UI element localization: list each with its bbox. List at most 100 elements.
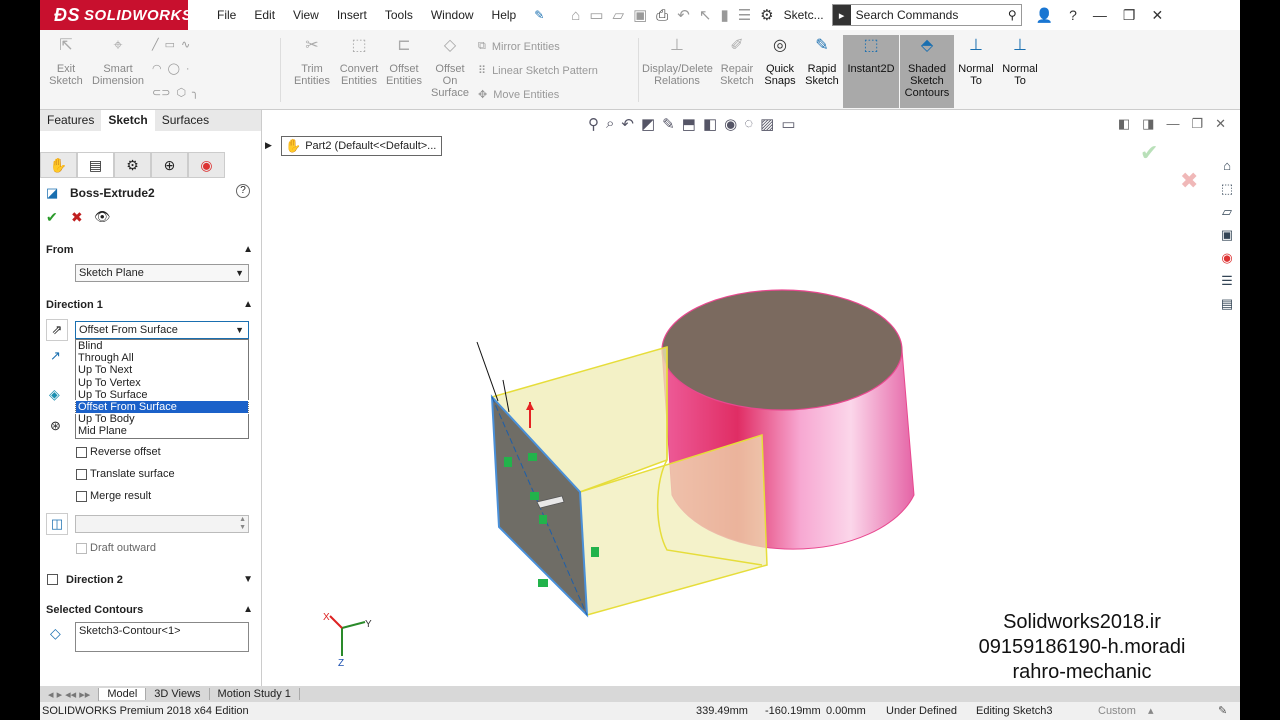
open-icon[interactable]: ▱ [613, 6, 625, 24]
expand-chevron-icon[interactable]: ▼ [243, 574, 253, 585]
home-icon[interactable]: ⌂ [571, 7, 580, 24]
user-icon[interactable]: 👤 [1036, 7, 1053, 24]
menu-insert[interactable]: Insert [328, 0, 376, 30]
contour-item[interactable]: Sketch3-Contour<1> [79, 625, 181, 637]
new-document-icon[interactable]: ▭ [589, 6, 603, 24]
option-mid-plane[interactable]: Mid Plane [76, 425, 248, 437]
cancel-x-icon[interactable]: ✖ [71, 209, 83, 226]
mirror-entities-button[interactable]: ⧉ Mirror Entities [478, 40, 560, 53]
draft-outward-checkbox[interactable] [76, 543, 87, 554]
line-icon[interactable]: ╱ [152, 38, 159, 51]
trim-entities-button[interactable]: ✂ Trim Entities [290, 38, 334, 88]
menu-edit[interactable]: Edit [245, 0, 284, 30]
save-icon[interactable]: ▣ [633, 6, 647, 24]
preview-eye-icon[interactable]: 👁 [94, 209, 111, 225]
menu-file[interactable]: File [208, 0, 245, 30]
direction2-checkbox[interactable] [47, 574, 58, 585]
tab-features[interactable]: Features [40, 110, 101, 131]
smart-dimension-button[interactable]: ⌖ Smart Dimension [90, 38, 146, 88]
slot-tools[interactable]: ⊂⊃ ⬡ ╮ [152, 86, 199, 99]
search-icon[interactable]: ⚲ [1008, 8, 1017, 22]
property-manager-tab[interactable]: ▤ [77, 152, 114, 178]
convert-entities-button[interactable]: ⬚ Convert Entities [336, 38, 382, 88]
print-icon[interactable]: ⎙ [656, 7, 668, 24]
direction-arrow-icon[interactable]: ↗ [50, 348, 61, 364]
rebuild-icon[interactable]: ▮ [720, 6, 728, 24]
normal-to-button-1[interactable]: ⊥ Normal To [956, 38, 996, 88]
option-up-to-surface[interactable]: Up To Surface [76, 389, 248, 401]
search-input[interactable]: Search Commands [856, 8, 1008, 22]
move-entities-button[interactable]: ✥ Move Entities [478, 88, 559, 102]
offset-distance-icon[interactable]: ⊛ [50, 418, 61, 434]
minimize-button[interactable]: — [1093, 7, 1107, 23]
spinner-icon[interactable]: ▲ ▼ [239, 516, 246, 532]
tab-surfaces[interactable]: Surfaces [155, 110, 216, 131]
option-up-to-next[interactable]: Up To Next [76, 364, 248, 376]
display-delete-relations-button[interactable]: ⊥ Display/Delete Relations [642, 38, 713, 88]
face-plane-icon[interactable]: ◈ [49, 386, 60, 403]
translate-surface-checkbox[interactable] [76, 469, 87, 480]
restore-button[interactable]: ❐ [1123, 7, 1136, 24]
cylinder-top-face[interactable] [661, 289, 903, 411]
option-up-to-body[interactable]: Up To Body [76, 413, 248, 425]
solidworks-logo[interactable]: ƉS SOLIDWORKS [40, 0, 192, 30]
ok-check-icon[interactable]: ✔ [46, 209, 58, 226]
reverse-offset-checkbox[interactable] [76, 447, 87, 458]
options-gear-icon[interactable]: ⚙ [760, 6, 773, 24]
merge-result-checkbox[interactable] [76, 491, 87, 502]
feature-manager-tab[interactable]: ✋ [40, 152, 77, 178]
draft-angle-field[interactable]: ▲ ▼ [75, 515, 249, 533]
offset-on-surface-button[interactable]: ◇ Offset On Surface [428, 38, 472, 100]
selected-contours-list[interactable]: Sketch3-Contour<1> [75, 622, 249, 652]
file-properties-icon[interactable]: ☰ [738, 6, 751, 24]
menu-window[interactable]: Window [422, 0, 483, 30]
tab-motion-study-1[interactable]: Motion Study 1 [210, 688, 300, 700]
rectangle-icon[interactable]: ▭ [165, 38, 175, 51]
arc-icon[interactable]: ◠ [152, 62, 162, 75]
repair-sketch-button[interactable]: ✐ Repair Sketch [716, 38, 758, 88]
exit-sketch-button[interactable]: ⇱ Exit Sketch [48, 38, 84, 88]
collapse-chevron-icon[interactable]: ▲ [243, 604, 253, 615]
offset-entities-button[interactable]: ⊏ Offset Entities [384, 38, 424, 88]
fillet-icon[interactable]: ╮ [192, 86, 199, 99]
help-icon[interactable]: ? [236, 184, 250, 198]
search-scope-icon[interactable]: ▸ [832, 5, 851, 25]
tab-sketch[interactable]: Sketch [101, 110, 155, 131]
end-condition-dropdown-list[interactable]: Blind Through All Up To Next Up To Verte… [75, 339, 249, 439]
menu-tools[interactable]: Tools [376, 0, 422, 30]
slot-icon[interactable]: ⊂⊃ [152, 86, 170, 99]
option-up-to-vertex[interactable]: Up To Vertex [76, 377, 248, 389]
tab-model[interactable]: Model [99, 688, 147, 700]
close-button[interactable]: ✕ [1151, 7, 1163, 24]
units-selector[interactable]: Custom [1098, 702, 1136, 720]
quick-tips-icon[interactable]: ✎ [1218, 702, 1227, 720]
shaded-sketch-contours-button[interactable]: ⬘ Shaded Sketch Contours [900, 35, 954, 108]
select-icon[interactable]: ↖ [699, 6, 712, 24]
option-through-all[interactable]: Through All [76, 352, 248, 364]
search-commands-field[interactable]: ▸ Search Commands ⚲ [831, 4, 1022, 26]
units-up-icon[interactable]: ▴ [1148, 702, 1154, 720]
collapse-chevron-icon[interactable]: ▲ [243, 244, 253, 255]
option-offset-from-surface[interactable]: Offset From Surface [75, 399, 249, 415]
quick-snaps-button[interactable]: ◎ Quick Snaps [761, 38, 799, 88]
spline-icon[interactable]: ∿ [181, 38, 190, 51]
point-icon[interactable]: · [186, 63, 190, 75]
end-condition-select[interactable]: Offset From Surface ▼ [75, 321, 249, 339]
instant2d-button[interactable]: ⬚ Instant2D [843, 35, 899, 108]
model-view[interactable]: X Y Z [262, 110, 1240, 686]
tab-3d-views[interactable]: 3D Views [146, 688, 210, 700]
circle-icon[interactable]: ◯ [168, 62, 180, 75]
linear-sketch-pattern-button[interactable]: ⠿ Linear Sketch Pattern [478, 64, 598, 78]
arc-tools[interactable]: ◠ ◯ · [152, 62, 190, 76]
collapse-chevron-icon[interactable]: ▲ [243, 299, 253, 310]
menu-view[interactable]: View [284, 0, 328, 30]
graphics-area[interactable]: ▶ ✋ Part2 (Default<<Default>... ⚲ ⌕ ↶ ◩ … [262, 110, 1240, 686]
tab-scroll-icons[interactable]: ◂ ▸ ◂◂ ▸▸ [40, 687, 100, 701]
rapid-sketch-button[interactable]: ✎ Rapid Sketch [802, 38, 842, 88]
pin-icon[interactable]: ✎ [525, 0, 553, 30]
undo-icon[interactable]: ↶ [677, 6, 690, 24]
reverse-direction-icon[interactable]: ⇗ [46, 319, 68, 341]
menu-help[interactable]: Help [483, 0, 526, 30]
display-manager-tab[interactable]: ◉ [188, 152, 225, 178]
help-icon[interactable]: ? [1069, 7, 1077, 23]
